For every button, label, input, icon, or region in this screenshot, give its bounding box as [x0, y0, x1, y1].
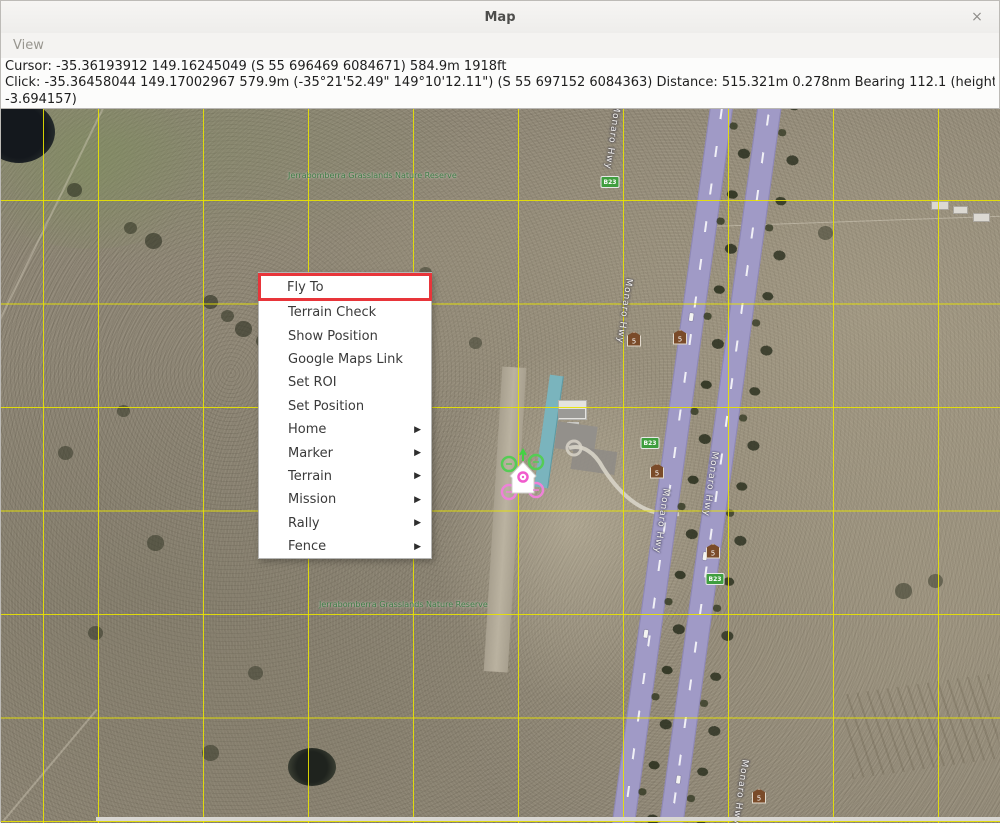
menu-item-label: Fence: [288, 539, 326, 554]
submenu-arrow-icon: ▶: [414, 448, 421, 458]
cursor-status: Cursor: -35.36193912 149.16245049 (S 55 …: [5, 59, 995, 75]
route-shield-b23: B23: [641, 437, 660, 449]
menu-item-label: Mission: [288, 492, 336, 507]
route-shield-b23: B23: [706, 573, 725, 585]
menu-item-marker[interactable]: Marker ▶: [259, 441, 431, 464]
menu-item-fence[interactable]: Fence ▶: [259, 535, 431, 558]
menu-item-mission[interactable]: Mission ▶: [259, 488, 431, 511]
reserve-label: Jerrabomberra Grasslands Nature Reserve: [288, 171, 457, 180]
menu-item-label: Show Position: [288, 329, 378, 344]
tree-clumps: [1, 109, 8, 115]
menu-item-set-roi[interactable]: Set ROI: [259, 371, 431, 394]
reserve-label: Jerrabomberra Grasslands Nature Reserve: [319, 600, 488, 609]
menu-item-label: Home: [288, 422, 326, 437]
map-window: Map × View Cursor: -35.36193912 149.1624…: [0, 0, 1000, 822]
menu-item-rally[interactable]: Rally ▶: [259, 512, 431, 535]
map-context-menu: Fly To Terrain Check Show Position Googl…: [258, 272, 432, 559]
paddock-rows: [841, 674, 1000, 779]
map-canvas[interactable]: Jerrabomberra Grasslands Nature Reserve …: [1, 109, 1000, 823]
submenu-arrow-icon: ▶: [414, 495, 421, 505]
menu-item-label: Terrain Check: [288, 305, 376, 320]
click-status: Click: -35.36458044 149.17002967 579.9m …: [5, 75, 995, 91]
window-title: Map: [484, 10, 515, 25]
farm-building: [931, 201, 949, 210]
submenu-arrow-icon: ▶: [414, 542, 421, 552]
submenu-arrow-icon: ▶: [414, 425, 421, 435]
drone-icon: [499, 447, 547, 505]
status-bar: Cursor: -35.36193912 149.16245049 (S 55 …: [1, 58, 999, 109]
menu-item-home[interactable]: Home ▶: [259, 418, 431, 441]
farm-building: [953, 206, 968, 214]
menu-item-terrain-check[interactable]: Terrain Check: [259, 301, 431, 324]
close-icon[interactable]: ×: [969, 9, 985, 25]
farm-building: [973, 213, 990, 222]
menu-bar: View: [1, 33, 999, 59]
menu-item-label: Fly To: [287, 280, 324, 295]
click-status-wrap: -3.694157): [5, 92, 995, 108]
hangar-roof: [558, 409, 585, 418]
menu-item-label: Terrain: [288, 469, 332, 484]
menu-item-show-position[interactable]: Show Position: [259, 324, 431, 347]
menu-item-terrain[interactable]: Terrain ▶: [259, 465, 431, 488]
menu-view[interactable]: View: [1, 38, 56, 53]
menu-item-set-position[interactable]: Set Position: [259, 395, 431, 418]
submenu-arrow-icon: ▶: [414, 518, 421, 528]
submenu-arrow-icon: ▶: [414, 471, 421, 481]
menu-item-fly-to[interactable]: Fly To: [258, 273, 432, 301]
pond: [288, 748, 336, 786]
menu-item-label: Set ROI: [288, 375, 337, 390]
highway-label: Monaro Hwy: [602, 109, 621, 170]
window-bottom-edge: [96, 817, 1000, 821]
title-bar[interactable]: Map ×: [1, 1, 999, 34]
dirt-track: [3, 709, 98, 821]
menu-item-label: Google Maps Link: [288, 352, 403, 367]
menu-item-label: Set Position: [288, 399, 364, 414]
menu-item-label: Rally: [288, 516, 320, 531]
menu-item-google-maps-link[interactable]: Google Maps Link: [259, 348, 431, 371]
menu-item-label: Marker: [288, 446, 333, 461]
route-shield-b23: B23: [601, 176, 620, 188]
